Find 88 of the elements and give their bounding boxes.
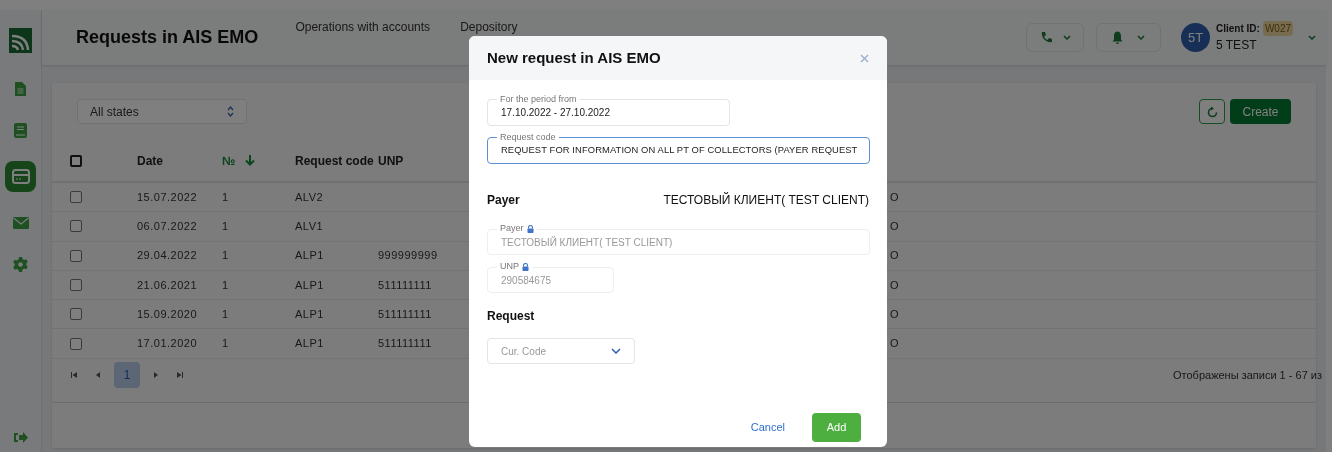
- next-page-icon[interactable]: [153, 371, 159, 378]
- refresh-icon: [1206, 105, 1218, 118]
- table-cell: 29.04.2022: [137, 249, 198, 262]
- table-cell: 999999999: [378, 249, 438, 262]
- table-cell: 06.07.2022: [137, 220, 198, 233]
- first-page-icon[interactable]: [71, 371, 77, 378]
- chevron-down-icon: [611, 348, 621, 354]
- previous-page-icon[interactable]: [95, 371, 101, 378]
- nav-link[interactable]: Depository: [460, 20, 518, 34]
- last-page-icon[interactable]: [177, 371, 183, 378]
- table-cell: ALP1: [295, 308, 324, 321]
- table-cell: O: [890, 337, 900, 350]
- page-button[interactable]: 1: [114, 361, 140, 388]
- page-title: Requests in AIS EMO: [76, 26, 259, 49]
- sort-arrows-icon: [227, 106, 234, 117]
- card-icon: [11, 169, 30, 184]
- arrow-down-icon: [245, 155, 256, 166]
- table-cell: O: [890, 220, 900, 233]
- table-cell: 1: [222, 249, 229, 262]
- user-name: 5 TEST: [1216, 37, 1258, 54]
- bell-icon: [1112, 30, 1123, 45]
- column-header[interactable]: №: [222, 151, 236, 170]
- refresh-button[interactable]: [1199, 99, 1225, 124]
- phone-icon: [1039, 31, 1053, 44]
- currency-select[interactable]: Cur. Code: [487, 338, 635, 364]
- column-header[interactable]: Request code: [295, 151, 374, 170]
- cancel-button[interactable]: Cancel: [750, 419, 785, 436]
- field-label: Payer: [497, 222, 537, 236]
- phone-menu-button[interactable]: [1026, 23, 1084, 52]
- nav-link[interactable]: Operations with accounts: [295, 20, 431, 34]
- table-cell: 511111111: [378, 337, 432, 350]
- field-label: For the period from: [497, 93, 580, 107]
- table-cell: 15.09.2020: [137, 308, 198, 321]
- table-cell: ALV2: [295, 190, 324, 203]
- add-button[interactable]: Add: [812, 413, 861, 442]
- document-icon[interactable]: [15, 82, 26, 96]
- create-button[interactable]: Create: [1230, 99, 1291, 124]
- mail-icon[interactable]: [12, 217, 29, 229]
- records-summary: Отображены записи 1 - 67 из: [1173, 367, 1322, 383]
- field-label: UNP: [497, 260, 532, 274]
- table-cell: 511111111: [378, 278, 432, 291]
- table-cell: 1: [222, 337, 229, 350]
- modal-title: New request in AIS EMO: [487, 47, 661, 68]
- checkbox[interactable]: [70, 308, 82, 321]
- logout-icon[interactable]: [13, 431, 28, 444]
- table-cell: 15.07.2022: [137, 190, 198, 203]
- user-avatar[interactable]: 5T: [1181, 23, 1210, 52]
- payer-name: ТЕСТОВЫЙ КЛИЕНТ( TEST CLIENT): [663, 191, 869, 209]
- section-title: Payer: [487, 192, 520, 209]
- table-cell: 17.01.2020: [137, 337, 198, 350]
- table-cell: O: [890, 190, 900, 203]
- table-cell: O: [890, 308, 900, 321]
- checkbox[interactable]: [70, 220, 82, 233]
- table-cell: ALV1: [295, 220, 324, 233]
- table-cell: ALP1: [295, 337, 324, 350]
- table-cell: O: [890, 278, 900, 291]
- lock-icon: [522, 262, 529, 271]
- logo-icon: [9, 28, 32, 53]
- table-cell: 1: [222, 220, 229, 233]
- checkbox[interactable]: [70, 191, 82, 204]
- field-label: Request code: [497, 131, 559, 145]
- table-cell: 1: [222, 278, 229, 291]
- table-cell: 511111111: [378, 308, 432, 321]
- notifications-button[interactable]: [1096, 23, 1161, 52]
- column-header[interactable]: Date: [137, 151, 163, 170]
- checkbox[interactable]: [70, 337, 82, 350]
- table-cell: ALP1: [295, 249, 324, 262]
- checkbox[interactable]: [70, 154, 82, 167]
- close-icon[interactable]: [860, 53, 869, 63]
- client-id-label: Client ID:: [1216, 22, 1260, 36]
- checkbox[interactable]: [70, 249, 82, 262]
- table-cell: O: [890, 249, 900, 262]
- chevron-down-icon: [1137, 35, 1145, 40]
- lock-icon: [526, 224, 534, 233]
- checkbox[interactable]: [70, 279, 82, 292]
- section-title: Request: [487, 308, 536, 325]
- table-cell: ALP1: [295, 278, 324, 291]
- table-cell: 1: [222, 190, 229, 203]
- column-header[interactable]: UNP: [378, 151, 404, 170]
- book-icon[interactable]: [14, 122, 27, 138]
- sidebar-item[interactable]: [5, 161, 36, 192]
- state-filter-select[interactable]: All states: [77, 99, 247, 124]
- chevron-down-icon: [1062, 35, 1071, 40]
- settings-icon[interactable]: [13, 256, 28, 272]
- table-cell: 21.06.2021: [137, 278, 198, 291]
- chevron-down-icon[interactable]: [1308, 35, 1316, 40]
- client-id-badge: W027: [1262, 21, 1293, 36]
- table-cell: 1: [222, 308, 229, 321]
